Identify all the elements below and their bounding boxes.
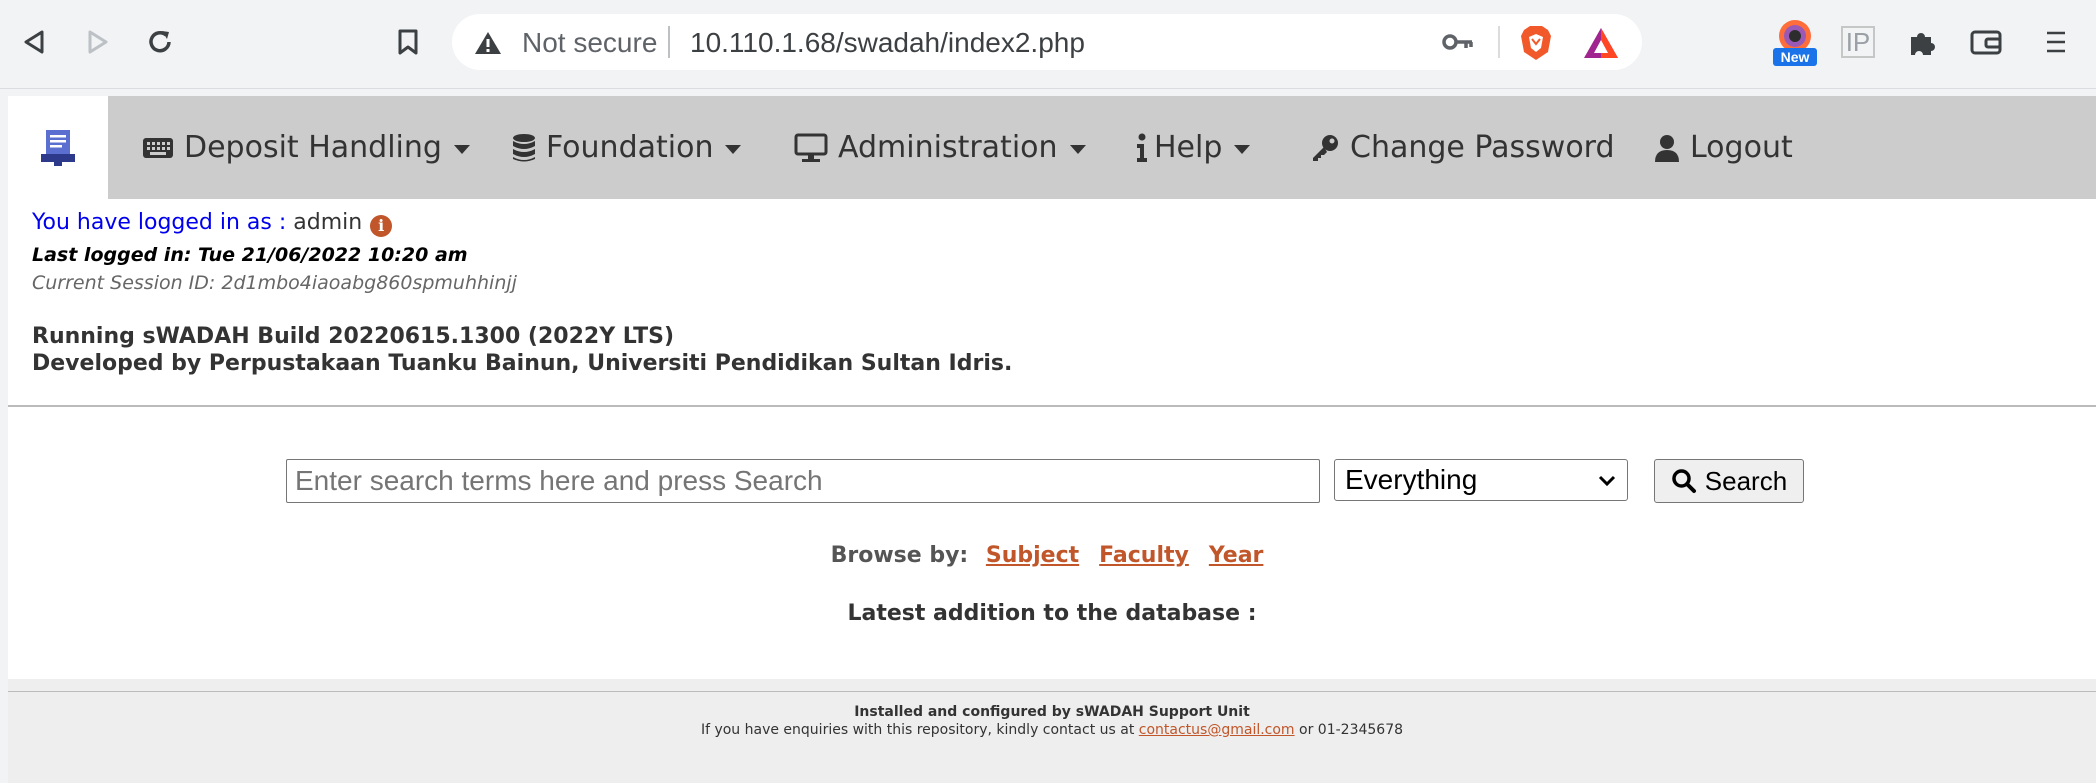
search-input[interactable] (286, 459, 1320, 503)
nav-foundation[interactable]: Foundation (512, 96, 742, 199)
url-text[interactable]: 10.110.1.68/swadah/index2.php (690, 27, 1085, 59)
chevron-down-icon (1598, 475, 1616, 487)
forward-button[interactable] (74, 18, 122, 66)
info-icon (1137, 133, 1147, 162)
chevron-down-icon (1069, 144, 1086, 154)
new-badge-text: New (1781, 49, 1810, 65)
security-label[interactable]: Not secure (522, 27, 657, 59)
back-icon (24, 30, 44, 54)
search-scope-value: Everything (1345, 464, 1478, 495)
password-key-icon[interactable] (1442, 29, 1474, 55)
nav-help-label: Help (1154, 130, 1223, 165)
home-logo[interactable] (8, 96, 108, 199)
latest-addition-heading: Latest addition to the database : (847, 601, 1257, 626)
browser-toolbar: Not secure 10.110.1.68/swadah/index2.php… (0, 0, 2096, 89)
divider (8, 405, 2096, 407)
swadah-logo-icon (41, 129, 75, 166)
browse-subject-link[interactable]: Subject (986, 543, 1079, 568)
browse-by: Browse by: Subject Faculty Year (8, 543, 2096, 568)
bookmark-button[interactable] (384, 18, 432, 66)
back-button[interactable] (10, 18, 58, 66)
bookmark-icon (398, 29, 418, 55)
logged-in-prefix: You have logged in as : (32, 210, 287, 235)
browse-faculty-link[interactable]: Faculty (1099, 543, 1189, 568)
omnibox-separator-2 (1498, 26, 1500, 58)
chevron-down-icon (453, 144, 470, 154)
extension-new-button[interactable]: New (1770, 14, 1820, 70)
username: admin (293, 210, 363, 235)
nav-change-password[interactable]: Change Password (1310, 96, 1615, 199)
menu-button[interactable] (2032, 18, 2080, 66)
puzzle-icon (1911, 33, 1935, 55)
nav-help[interactable]: Help (1136, 96, 1251, 199)
nav-foundation-label: Foundation (546, 130, 714, 165)
nav-administration-label: Administration (838, 130, 1058, 165)
database-icon (513, 133, 535, 161)
search-icon (1672, 469, 1696, 493)
nav-deposit-handling[interactable]: Deposit Handling (142, 96, 470, 199)
logged-in-line: You have logged in as : admin i (32, 210, 393, 237)
keyboard-icon (143, 137, 173, 158)
build-info: Running sWADAH Build 20220615.1300 (2022… (32, 323, 1012, 377)
search-button-label: Search (1704, 465, 1788, 496)
nav-logout-label: Logout (1690, 130, 1793, 165)
desktop-icon (794, 133, 828, 162)
extensions-button[interactable] (1898, 18, 1946, 66)
browse-year-link[interactable]: Year (1209, 543, 1264, 568)
chevron-down-icon (1234, 144, 1251, 154)
session-info-icon[interactable]: i (370, 215, 393, 237)
navbar: Deposit Handling Foundation Administrati… (8, 96, 2096, 199)
nav-logout[interactable]: Logout (1654, 96, 1793, 199)
footer-installed-line: Installed and configured by sWADAH Suppo… (854, 704, 1250, 720)
nav-administration[interactable]: Administration (794, 96, 1086, 199)
wallet-icon (1970, 30, 2002, 55)
warning-icon (475, 32, 501, 54)
page-content: Deposit Handling Foundation Administrati… (8, 96, 2096, 783)
hamburger-menu-icon (2047, 31, 2065, 53)
session-id: Current Session ID: 2d1mbo4iaoabg860spmu… (32, 272, 517, 294)
nav-deposit-handling-label: Deposit Handling (184, 130, 442, 165)
brave-rewards-icon[interactable] (1582, 26, 1620, 60)
last-login: Last logged in: Tue 21/06/2022 10:20 am (32, 244, 468, 266)
browse-label: Browse by: (830, 543, 969, 568)
brave-shields-icon[interactable] (1518, 24, 1554, 62)
footer-contact-line: If you have enquiries with this reposito… (8, 722, 2096, 738)
key-icon (1313, 134, 1338, 161)
user-icon (1655, 134, 1679, 162)
reload-icon (149, 30, 171, 53)
wallet-button[interactable] (1962, 18, 2010, 66)
omnibox-separator (668, 26, 670, 58)
reload-button[interactable] (136, 18, 184, 66)
build-line: Running sWADAH Build 20220615.1300 (2022… (32, 324, 675, 349)
ip-extension-button[interactable]: IP (1834, 18, 1882, 66)
footer-contact-prefix: If you have enquiries with this reposito… (700, 722, 1135, 738)
footer-email-link[interactable]: contactus@gmail.com (1139, 722, 1295, 738)
extension-new-icon: New (1773, 20, 1817, 66)
nav-change-password-label: Change Password (1350, 130, 1615, 165)
footer-contact-suffix: or 01-2345678 (1299, 722, 1404, 738)
chevron-down-icon (725, 144, 742, 154)
developer-line: Developed by Perpustakaan Tuanku Bainun,… (32, 351, 1013, 376)
forward-icon (88, 30, 108, 54)
search-scope-select[interactable]: Everything (1334, 459, 1628, 501)
ip-label: IP (1840, 26, 1876, 58)
search-button[interactable]: Search (1654, 459, 1804, 503)
address-bar[interactable]: Not secure 10.110.1.68/swadah/index2.php (452, 14, 1642, 70)
